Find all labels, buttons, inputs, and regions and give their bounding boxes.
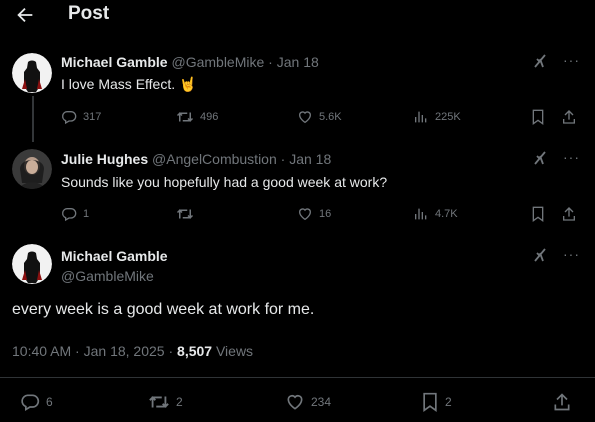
like-icon (298, 208, 312, 221)
repost-button[interactable]: 2 (148, 392, 183, 412)
author-name[interactable]: Michael Gamble (61, 54, 168, 70)
post-text: Sounds like you hopefully had a good wee… (61, 174, 388, 190)
post-text: I love Mass Effect. 🤘 (61, 76, 197, 92)
post-time[interactable]: 10:40 AM (12, 343, 71, 359)
main-author-name[interactable]: Michael Gamble (61, 248, 168, 264)
avatar-image (12, 53, 52, 93)
repost-button[interactable]: 496 (176, 109, 218, 125)
bookmark-icon[interactable] (531, 109, 545, 125)
post-header: Michael Gamble @GambleMike · Jan 18 (61, 54, 319, 70)
avatar[interactable] (12, 53, 52, 93)
like-button[interactable]: 234 (285, 392, 331, 412)
post-date[interactable]: Jan 18 (289, 151, 331, 167)
like-count: 16 (319, 208, 332, 220)
top-bar: Post (0, 0, 595, 30)
view-count: 225K (435, 111, 461, 123)
reply-icon (21, 394, 40, 411)
avatar-image (12, 149, 52, 189)
reply-icon (62, 208, 77, 222)
post-header: Julie Hughes @AngelCombustion · Jan 18 (61, 151, 331, 167)
dot-separator: · (268, 54, 273, 70)
post-full-date[interactable]: Jan 18, 2025 (84, 343, 165, 359)
bookmark-count: 2 (445, 395, 452, 409)
bookmark-button[interactable]: 2 (421, 392, 452, 412)
like-count: 234 (311, 395, 332, 409)
share-icon[interactable] (561, 206, 577, 222)
repost-icon (149, 396, 169, 408)
more-icon[interactable]: ··· (563, 149, 580, 165)
repost-icon (176, 112, 194, 122)
share-icon[interactable] (561, 109, 577, 125)
main-post-text: every week is a good week at work for me… (12, 301, 315, 318)
avatar[interactable] (12, 244, 52, 284)
author-name[interactable]: Julie Hughes (61, 151, 148, 167)
author-handle[interactable]: @GambleMike (171, 54, 264, 70)
thread-line (32, 96, 34, 142)
views-button[interactable]: 225K (413, 109, 461, 125)
dot-separator: · (168, 343, 174, 359)
avatar-image (12, 244, 52, 284)
reply-count: 317 (83, 111, 102, 123)
divider (0, 377, 595, 378)
repost-count: 496 (200, 111, 219, 123)
back-arrow-icon[interactable] (14, 4, 36, 26)
like-button[interactable]: 16 (297, 206, 331, 222)
post-meta: 10:40 AM · Jan 18, 2025 · 8,507 Views (12, 343, 253, 359)
repost-count: 2 (176, 395, 183, 409)
reply-button[interactable]: 317 (61, 109, 101, 125)
more-icon[interactable]: ··· (563, 246, 580, 262)
repost-button[interactable] (176, 206, 200, 222)
reply-count: 1 (83, 208, 90, 220)
share-icon[interactable] (552, 392, 572, 412)
author-handle[interactable]: @AngelCombustion (152, 151, 277, 167)
views-count[interactable]: 8,507 (177, 343, 212, 359)
reply-icon (62, 111, 77, 125)
dot-separator: · (280, 151, 286, 167)
like-count: 5.6K (319, 111, 342, 123)
like-button[interactable]: 5.6K (297, 109, 342, 125)
views-button[interactable]: 4.7K (413, 206, 458, 222)
like-icon (298, 111, 312, 124)
main-author-handle[interactable]: @GambleMike (61, 268, 154, 284)
bookmark-icon[interactable] (531, 206, 545, 222)
grok-icon[interactable] (533, 247, 549, 263)
views-icon (415, 111, 427, 123)
reply-button[interactable]: 1 (61, 206, 89, 222)
repost-icon (176, 209, 194, 219)
page-title: Post (68, 3, 110, 24)
post-date[interactable]: Jan 18 (277, 54, 319, 70)
grok-icon[interactable] (533, 53, 549, 69)
view-count: 4.7K (435, 208, 458, 220)
reply-count: 6 (46, 395, 53, 409)
bookmark-icon (423, 392, 437, 412)
views-icon (415, 208, 427, 220)
reply-button[interactable]: 6 (20, 392, 53, 412)
grok-icon[interactable] (533, 150, 549, 166)
dot-separator: · (75, 343, 80, 359)
views-label: Views (215, 343, 254, 359)
avatar[interactable] (12, 149, 52, 189)
like-icon (287, 394, 303, 410)
more-icon[interactable]: ··· (563, 52, 580, 68)
